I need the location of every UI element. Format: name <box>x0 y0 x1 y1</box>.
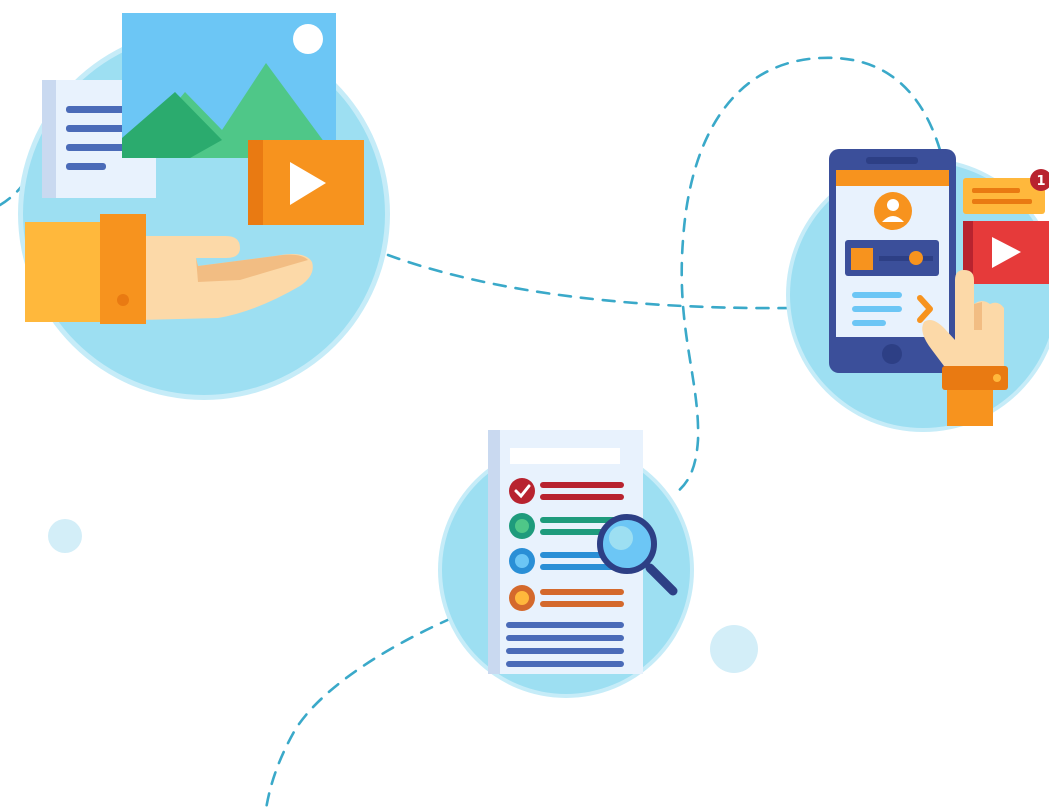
scene-svg: 1 <box>0 13 1049 809</box>
illustration-canvas: 1 <box>0 0 1049 809</box>
path-bottom-tail <box>264 616 454 809</box>
home-button-icon <box>882 344 902 364</box>
red-video-card <box>963 221 1049 284</box>
decor-dot-right <box>710 625 758 673</box>
notification-badge-count: 1 <box>1036 174 1045 189</box>
checklist-search-illustration <box>438 430 694 698</box>
image-icon <box>122 13 336 158</box>
media-sharing-illustration <box>18 13 390 400</box>
mobile-video-illustration: 1 <box>786 149 1049 432</box>
moon-icon <box>293 24 323 54</box>
video-icon <box>248 140 364 225</box>
slider-knob-icon <box>909 251 923 265</box>
cuff-button-icon <box>117 294 129 306</box>
decor-dot-left <box>48 519 82 553</box>
checkmark-icon <box>509 478 535 504</box>
path-left-to-phone <box>386 253 797 310</box>
